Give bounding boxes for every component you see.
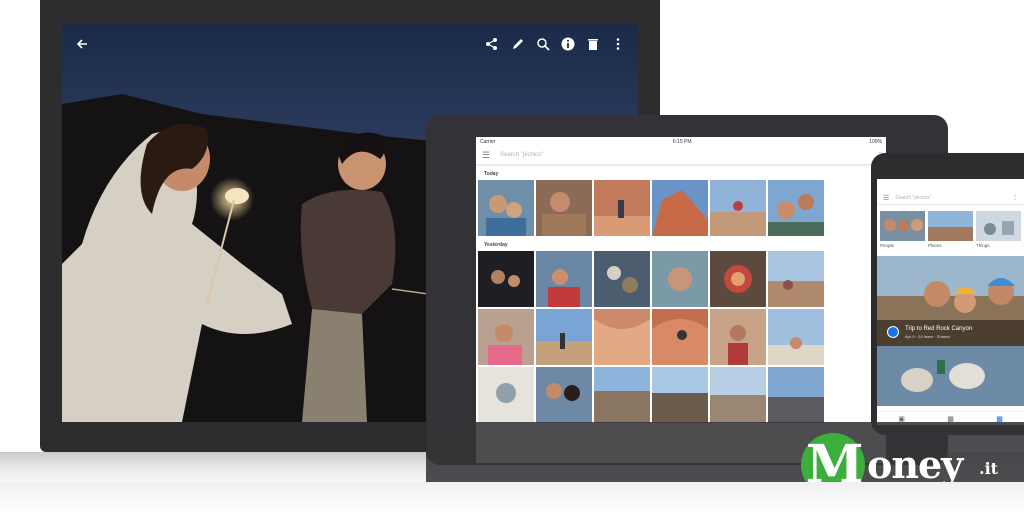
- section-header-yesterday: Yesterday: [484, 242, 508, 248]
- search-bar[interactable]: ☰ Search "picnics" ⋮: [877, 191, 1024, 205]
- photo-thumbnail[interactable]: [768, 251, 824, 307]
- delete-icon[interactable]: [585, 36, 601, 52]
- photo-thumbnail[interactable]: [710, 251, 766, 307]
- category-places[interactable]: Places: [928, 211, 973, 248]
- category-label: Places: [928, 243, 942, 248]
- photo-thumbnail[interactable]: [710, 180, 766, 236]
- photo-thumbnail[interactable]: [652, 180, 708, 236]
- category-people[interactable]: People: [880, 211, 925, 248]
- photo-thumbnail[interactable]: [768, 367, 824, 423]
- photo-thumbnail[interactable]: [594, 367, 650, 423]
- logo-tld: .it: [979, 459, 999, 478]
- phone-photos-app: ☰ Search "picnics" ⋮ People Places Thing…: [877, 179, 1024, 425]
- photo-thumbnail[interactable]: [594, 251, 650, 307]
- category-row: People Places Things: [877, 205, 1024, 248]
- clock-label: 6:15 PM: [672, 138, 692, 145]
- share-icon[interactable]: [484, 36, 500, 52]
- photo-thumbnail[interactable]: [594, 180, 650, 236]
- phone-device: ☰ Search "picnics" ⋮ People Places Thing…: [871, 153, 1024, 435]
- category-label: Things: [976, 243, 990, 248]
- search-input[interactable]: Search "picnics": [895, 195, 1012, 201]
- photo-thumbnail[interactable]: [652, 251, 708, 307]
- album-title: Trip to Red Rock Canyon: [905, 326, 973, 332]
- info-icon[interactable]: [560, 36, 576, 52]
- photo-thumbnail[interactable]: [478, 309, 534, 365]
- more-vert-icon[interactable]: ⋮: [1012, 194, 1018, 201]
- photo-thumbnail[interactable]: [536, 367, 592, 423]
- battery-label: 100%: [869, 138, 882, 145]
- category-label: People: [880, 243, 895, 248]
- photo-thumbnail[interactable]: [478, 251, 534, 307]
- photo-thumbnail[interactable]: [652, 367, 708, 423]
- search-input[interactable]: Search "picnics": [500, 152, 876, 158]
- photo-thumbnail[interactable]: [710, 367, 766, 423]
- category-things[interactable]: Things: [976, 211, 1021, 248]
- more-vert-icon[interactable]: [610, 36, 626, 52]
- photo-grid-today: [476, 180, 886, 236]
- bottom-strip: [0, 482, 1024, 516]
- section-header-today: Today: [484, 171, 499, 177]
- menu-icon[interactable]: ☰: [482, 150, 492, 161]
- photo-thumbnail[interactable]: [536, 309, 592, 365]
- photo-thumbnail[interactable]: [768, 180, 824, 236]
- tablet-device: Carrier 6:15 PM 100% ☰ Search "picnics" …: [426, 115, 948, 465]
- photo-thumbnail[interactable]: [536, 180, 592, 236]
- edit-icon[interactable]: [510, 36, 526, 52]
- album-cover-photo: [877, 256, 1024, 346]
- tablet-photos-app: Carrier 6:15 PM 100% ☰ Search "picnics" …: [476, 137, 886, 463]
- album-card[interactable]: Trip to Red Rock Canyon Apr 9 · 24 items…: [877, 256, 1024, 346]
- photo-thumbnail[interactable]: [594, 309, 650, 365]
- logo-wordmark: oney: [867, 442, 963, 487]
- photo-thumbnail[interactable]: [652, 309, 708, 365]
- photo-thumbnail[interactable]: [877, 346, 1024, 406]
- album-subtitle: Apr 9 · 24 items · Shared: [905, 334, 950, 339]
- photo-thumbnail[interactable]: [478, 367, 534, 423]
- photo-thumbnail[interactable]: [768, 309, 824, 365]
- carrier-label: Carrier: [480, 138, 496, 145]
- arrow-back-icon[interactable]: [74, 36, 90, 52]
- album-avatar: [887, 326, 899, 338]
- photo-thumbnail[interactable]: [710, 309, 766, 365]
- zoom-icon[interactable]: [535, 36, 551, 52]
- photo-thumbnail[interactable]: [536, 251, 592, 307]
- photo-thumbnail[interactable]: [478, 180, 534, 236]
- search-bar[interactable]: ☰ Search "picnics" ⋮: [476, 146, 886, 165]
- photo-grid-yesterday: [476, 251, 886, 423]
- menu-icon[interactable]: ☰: [883, 194, 889, 202]
- status-bar: Carrier 6:15 PM 100%: [476, 137, 886, 146]
